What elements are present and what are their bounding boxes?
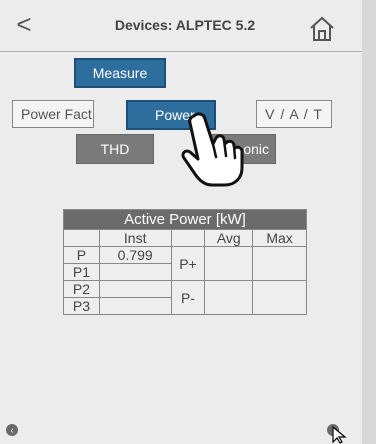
row-label: P3 (63, 297, 100, 315)
home-icon (310, 16, 334, 41)
table-title: Active Power [kW] (63, 209, 307, 230)
active-power-table: Active Power [kW] Inst Avg Max P 0.799 P… (63, 209, 307, 315)
app-window: < Devices: ALPTEC 5.2 Measure Power Fact… (0, 0, 376, 444)
home-button[interactable] (306, 14, 338, 44)
max-minus-value (252, 280, 307, 315)
row-label: P2 (63, 280, 100, 298)
mouse-cursor-icon (332, 426, 347, 444)
inst-value (98, 297, 172, 315)
max-plus-value (252, 246, 307, 281)
inst-value (98, 280, 172, 298)
group-label-minus: P- (170, 280, 206, 315)
back-button[interactable]: < (10, 8, 38, 40)
page-title: Devices: ALPTEC 5.2 (114, 17, 256, 33)
group-label-plus: P+ (170, 246, 206, 281)
inst-value: 0.799 (98, 246, 172, 264)
avg-minus-value (204, 280, 254, 315)
table-title-row: Active Power [kW] (63, 209, 307, 230)
inst-value (98, 263, 172, 281)
vat-button[interactable]: V / A / T (256, 100, 332, 128)
table-cell (63, 229, 100, 247)
row-label: P (63, 246, 100, 264)
tab-measure[interactable]: Measure (74, 58, 166, 88)
row-label: P1 (63, 263, 100, 281)
column-header-avg: Avg (204, 229, 254, 247)
table-cell (170, 229, 206, 247)
table-row: P 0.799 P+ (63, 246, 307, 281)
column-header-inst: Inst (98, 229, 172, 247)
power-factor-button[interactable]: Power Fact (12, 100, 94, 128)
chevron-left-small-icon: ‹ (10, 425, 14, 435)
scroll-left-button[interactable]: ‹ (6, 424, 18, 436)
top-bar: < Devices: ALPTEC 5.2 (0, 0, 362, 52)
hand-pointer-icon (181, 112, 244, 187)
table-row: P2 P- (63, 280, 307, 315)
avg-plus-value (204, 246, 254, 281)
chevron-left-icon: < (16, 8, 32, 39)
thd-button[interactable]: THD (76, 134, 154, 164)
table-header-row: Inst Avg Max (63, 229, 307, 247)
column-header-max: Max (252, 229, 307, 247)
